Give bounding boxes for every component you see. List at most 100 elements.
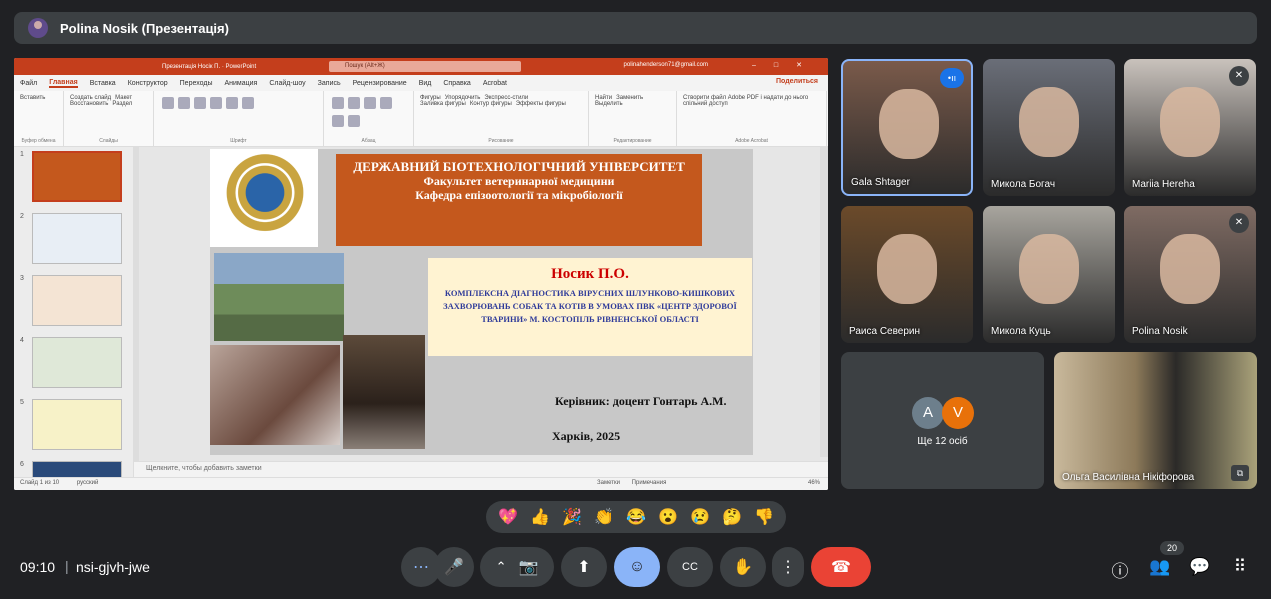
slide-thumbnail[interactable] — [32, 399, 122, 450]
ribbon-tab-1[interactable]: Главная — [49, 79, 78, 88]
present-button[interactable]: ⬆ — [561, 547, 607, 587]
ribbon-tab-0[interactable]: Файл — [20, 80, 37, 87]
format-icon[interactable] — [242, 97, 254, 109]
reaction-emoji[interactable]: 👏 — [591, 507, 617, 527]
more-options-button[interactable]: ⋮ — [772, 547, 804, 587]
emoji-button[interactable]: ☺ — [614, 547, 660, 587]
ribbon-tab-8[interactable]: Рецензирование — [353, 80, 407, 87]
camera-button[interactable]: ⌃ 📷 — [480, 547, 554, 587]
format-icon[interactable] — [332, 115, 344, 127]
search-box[interactable]: Пошук (Alt+Ж) — [329, 61, 521, 72]
format-icon[interactable] — [210, 97, 222, 109]
ribbon-group-2: Шрифт — [154, 91, 324, 146]
more-participants-tile[interactable]: A V Ще 12 осіб — [841, 352, 1044, 489]
people-icon[interactable]: 👥 — [1149, 557, 1171, 577]
reaction-emoji[interactable]: 💖 — [495, 507, 521, 527]
notes-toggle[interactable]: Заметки — [597, 480, 620, 486]
participant-tile[interactable]: Mariia Hereha ✕ — [1124, 59, 1256, 196]
ribbon-tab-5[interactable]: Анимация — [224, 80, 257, 87]
format-icon[interactable] — [364, 97, 376, 109]
slide-thumbnail[interactable] — [32, 337, 122, 388]
participant-tile[interactable]: Gala Shtager •ıı — [841, 59, 973, 196]
ribbon-button[interactable]: Раздел — [112, 101, 132, 107]
slide-thumbnail[interactable] — [32, 213, 122, 264]
comments-toggle[interactable]: Примечания — [632, 480, 667, 486]
ribbon-button[interactable]: Заливка фигуры — [420, 101, 466, 107]
chevron-up-icon[interactable]: ⌃ — [496, 559, 507, 575]
ribbon-group-5: Найти ЗаменитьВыделить Редактирование — [589, 91, 677, 146]
reaction-emoji[interactable]: 🎉 — [559, 507, 585, 527]
reaction-emoji[interactable]: 🤔 — [719, 507, 745, 527]
faculty-name: Факультет ветеринарної медицини — [423, 174, 615, 188]
captions-button[interactable]: CC — [667, 547, 713, 587]
participant-tile[interactable]: Микола Куць — [983, 206, 1115, 343]
reaction-emoji[interactable]: 😮 — [655, 507, 681, 527]
reaction-emoji[interactable]: 😢 — [687, 507, 713, 527]
ribbon: Вставить Буфер обмена Создать слайд МакетВо… — [14, 91, 828, 147]
ribbon-tab-2[interactable]: Вставка — [90, 80, 116, 87]
ribbon-button[interactable]: Створити файл Adobe PDF і надати до ньог… — [683, 95, 816, 107]
format-icon[interactable] — [380, 97, 392, 109]
format-icon[interactable] — [348, 115, 360, 127]
ribbon-group-6: Створити файл Adobe PDF і надати до ньог… — [677, 91, 827, 146]
participant-tile[interactable]: Раиса Северин — [841, 206, 973, 343]
host-video-tile[interactable]: Ольга Василівна Нікіфорова ⧉ — [1054, 352, 1257, 489]
time-separator: | — [65, 558, 69, 574]
participant-name: Gala Shtager — [851, 177, 910, 188]
status-bar: Слайд 1 из 10 русский Заметки Примечания… — [14, 477, 828, 490]
ribbon-button[interactable]: Эффекты фигуры — [516, 101, 566, 107]
city-year: Харків, 2025 — [552, 429, 621, 443]
ribbon-button[interactable]: Контур фигуры — [470, 101, 512, 107]
window-title: Презентація Носік П. · PowerPoint — [162, 63, 257, 70]
ribbon-tab-10[interactable]: Справка — [443, 80, 470, 87]
chat-icon[interactable]: 💬 — [1189, 557, 1211, 577]
format-icon[interactable] — [194, 97, 206, 109]
participant-tile[interactable]: Polina Nosik ✕ — [1124, 206, 1256, 343]
thumbnail-number: 1 — [20, 151, 24, 158]
participant-name: Микола Богач — [991, 179, 1056, 190]
camera-icon: 📷 — [518, 559, 539, 576]
leave-call-button[interactable]: ☎ — [811, 547, 871, 587]
pip-icon[interactable]: ⧉ — [1231, 465, 1249, 481]
emoji-icon: ☺ — [628, 558, 646, 575]
ribbon-tab-9[interactable]: Вид — [419, 80, 432, 87]
reaction-emoji[interactable]: 👎 — [751, 507, 777, 527]
ribbon-tab-3[interactable]: Конструктор — [128, 80, 168, 87]
raise-hand-button[interactable]: ✋ — [720, 547, 766, 587]
share-button[interactable]: Поделиться — [776, 78, 818, 85]
format-icon[interactable] — [348, 97, 360, 109]
format-icon[interactable] — [162, 97, 174, 109]
ribbon-group-label: Шрифт — [230, 138, 247, 144]
info-icon[interactable]: ⓘ — [1109, 557, 1131, 582]
mic-button[interactable]: 🎤 — [434, 547, 474, 587]
kebab-icon: ⋮ — [780, 559, 796, 576]
thumbnail-scrollbar[interactable] — [133, 147, 139, 477]
format-icon[interactable] — [332, 97, 344, 109]
format-icon[interactable] — [178, 97, 190, 109]
participant-tile[interactable]: Микола Богач — [983, 59, 1115, 196]
notes-pane[interactable]: Щелкните, чтобы добавить заметки — [134, 461, 828, 477]
reaction-emoji[interactable]: 😂 — [623, 507, 649, 527]
mic-off-icon: ✕ — [1229, 213, 1249, 233]
ribbon-button[interactable]: Вставить — [20, 95, 45, 101]
ribbon-tab-7[interactable]: Запись — [318, 80, 341, 87]
format-icon[interactable] — [226, 97, 238, 109]
ribbon-group-label: Рисование — [488, 138, 514, 144]
reaction-emoji[interactable]: 👍 — [527, 507, 553, 527]
ribbon-tab-6[interactable]: Слайд-шоу — [269, 80, 305, 87]
zoom-level[interactable]: 46% — [808, 480, 820, 486]
window-controls[interactable]: –□✕ — [752, 61, 820, 69]
ribbon-group-label: Буфер обмена — [21, 138, 56, 144]
ribbon-button[interactable]: Выделить — [595, 101, 623, 107]
participant-video — [877, 234, 937, 304]
slide-scrollbar[interactable] — [820, 147, 828, 457]
mic-off-icon: ✕ — [1229, 66, 1249, 86]
ribbon-tab-11[interactable]: Acrobat — [483, 80, 507, 87]
slide-thumbnail[interactable] — [32, 275, 122, 326]
ribbon-button[interactable]: Восстановить — [70, 101, 108, 107]
ribbon-group-label: Редактирование — [613, 138, 652, 144]
ribbon-tab-4[interactable]: Переходы — [180, 80, 213, 87]
apps-icon[interactable]: ⠿ — [1229, 557, 1251, 577]
participant-initial-a: A — [912, 397, 944, 429]
slide-thumbnail[interactable] — [32, 151, 122, 202]
